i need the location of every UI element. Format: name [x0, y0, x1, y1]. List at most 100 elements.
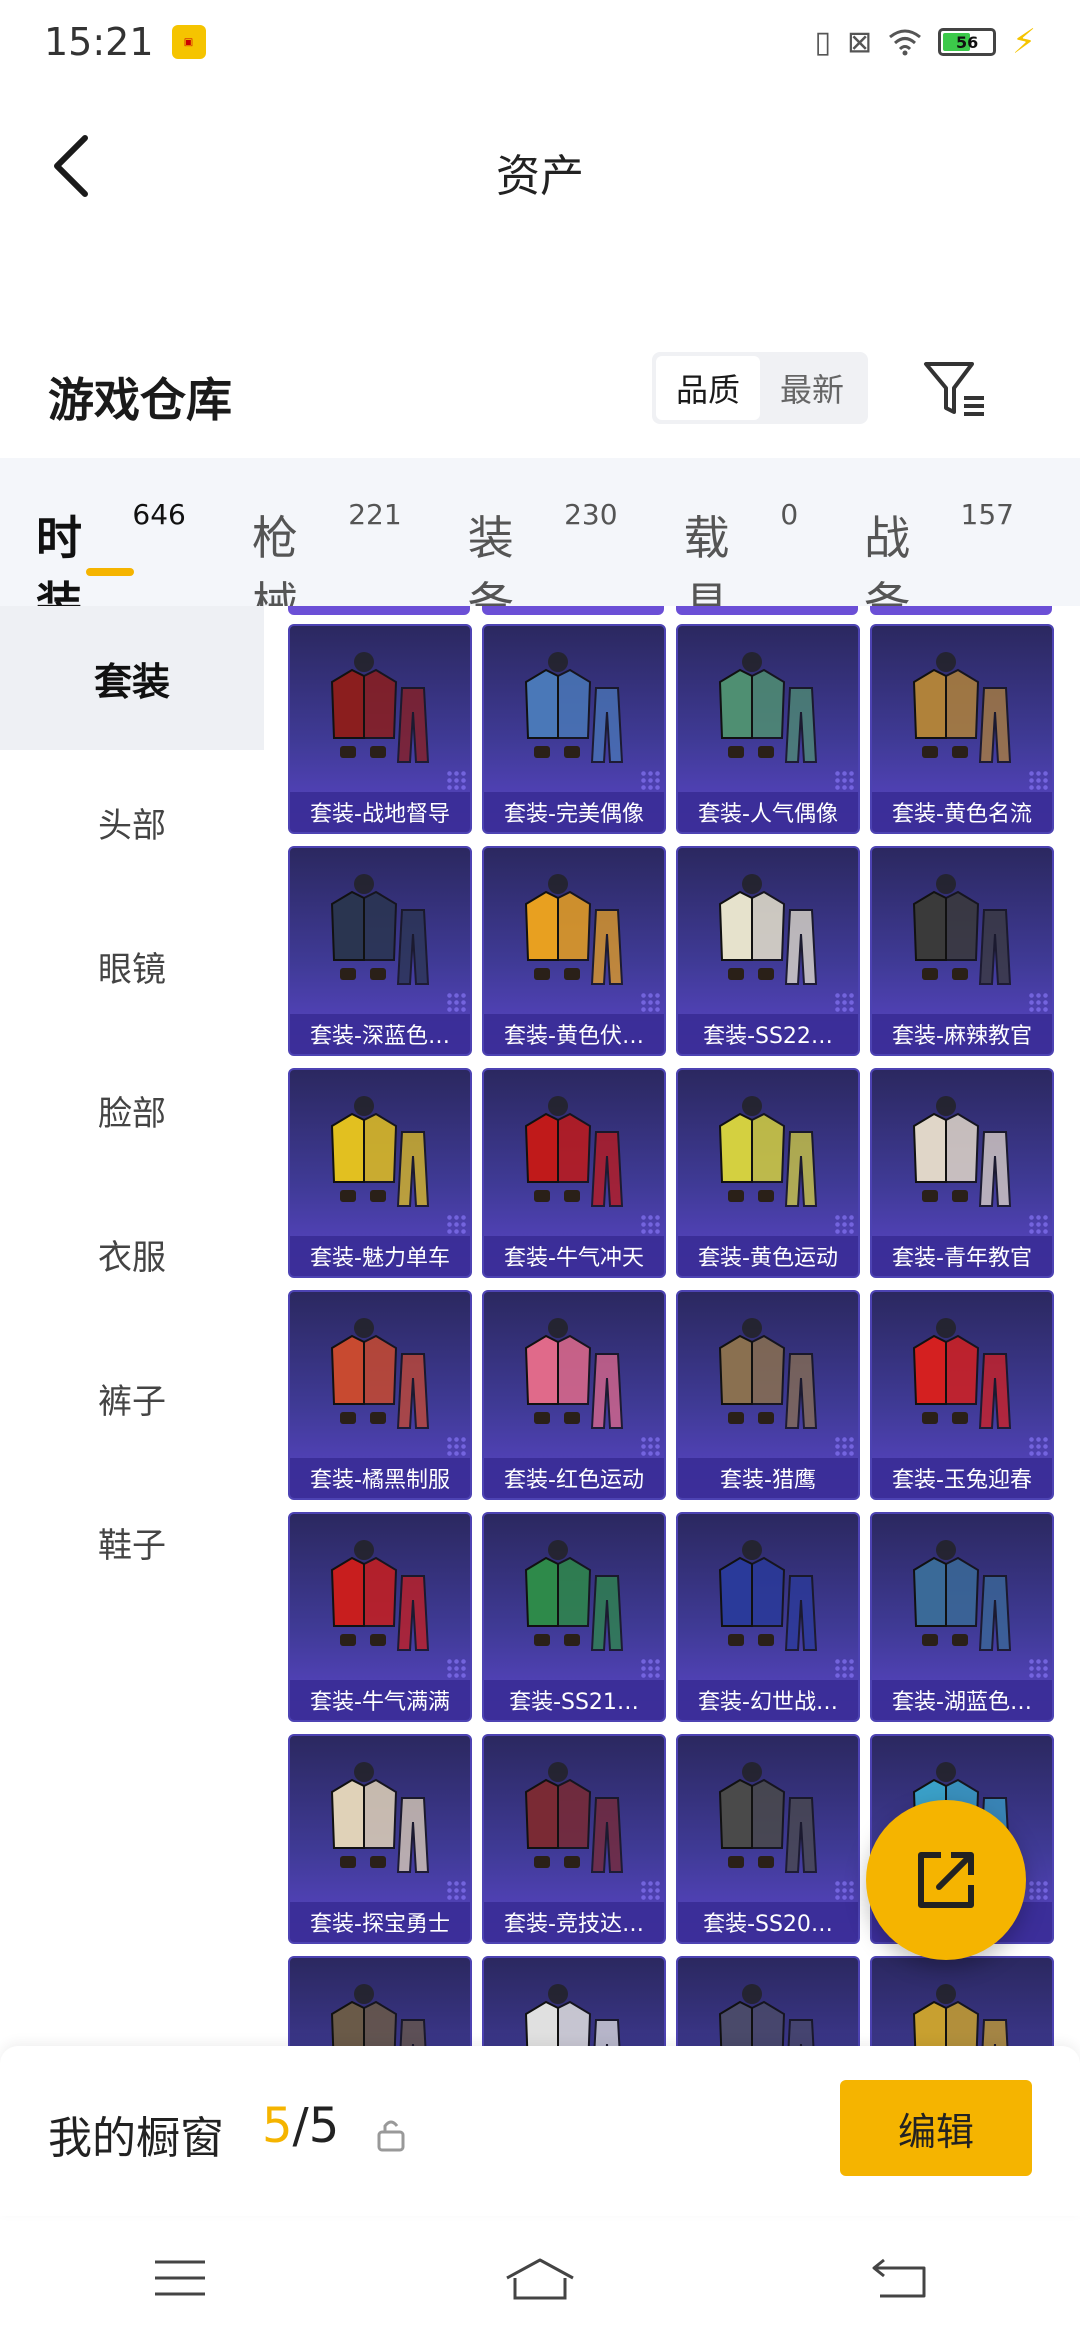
card-decoration	[834, 1214, 854, 1234]
item-card[interactable]: 套装-牛气冲天	[482, 1068, 666, 1278]
item-card[interactable]: 套装-橘黑制服	[288, 1290, 472, 1500]
item-card[interactable]: 套装-SS20…	[676, 1734, 860, 1944]
sort-newest-button[interactable]: 最新	[760, 356, 864, 420]
item-card[interactable]: 套装-猎鹰	[676, 1290, 860, 1500]
item-card-label: 套装-牛气满满	[290, 1680, 470, 1720]
outfit-image	[524, 1540, 624, 1651]
card-decoration	[640, 1214, 660, 1234]
tab-count: 646	[132, 498, 186, 531]
status-icons: ▯ ⊠ 56 ⚡	[814, 22, 1036, 62]
item-card[interactable]: 套装-黄色伏…	[482, 846, 666, 1056]
sidebar-item-pants[interactable]: 裤子	[0, 1326, 264, 1470]
sort-toggle: 品质 最新	[652, 352, 868, 424]
item-card[interactable]: 套装-SS22…	[676, 846, 860, 1056]
item-card[interactable]: 套装-魅力单车	[288, 1068, 472, 1278]
outfit-image	[912, 874, 1012, 985]
item-card-label: 套装-湖蓝色…	[872, 1680, 1052, 1720]
item-card[interactable]: 套装-湖蓝色…	[870, 1512, 1054, 1722]
showcase-count: 5/5	[262, 2098, 340, 2154]
sort-quality-button[interactable]: 品质	[656, 356, 760, 420]
item-card[interactable]: 套装-幻世战…	[676, 1512, 860, 1722]
item-card-label: 套装-红色运动	[484, 1458, 664, 1498]
item-card-label: 套装-深蓝色…	[290, 1014, 470, 1054]
wifi-icon	[889, 29, 922, 56]
filter-button[interactable]	[920, 354, 990, 424]
outfit-image	[912, 1540, 1012, 1651]
item-card[interactable]: 套装-黄色运动	[676, 1068, 860, 1278]
item-card-label: 套装-SS20…	[678, 1902, 858, 1942]
tab-count: 221	[348, 498, 402, 531]
item-card[interactable]: 套装-玉兔迎春	[870, 1290, 1054, 1500]
item-card[interactable]	[482, 1956, 666, 2046]
item-card-label: 套装-黄色运动	[678, 1236, 858, 1276]
outfit-image	[330, 1540, 430, 1651]
card-decoration	[640, 992, 660, 1012]
outfit-image	[718, 874, 818, 985]
sidebar-item-suits[interactable]: 套装	[0, 606, 264, 750]
item-card[interactable]	[676, 1956, 860, 2046]
item-card[interactable]: 套装-SS21…	[482, 1512, 666, 1722]
card-decoration	[446, 1880, 466, 1900]
no-sim-icon: ⊠	[846, 24, 873, 60]
sidebar-item-glasses[interactable]: 眼镜	[0, 894, 264, 1038]
menu-nav-button[interactable]	[135, 2243, 225, 2313]
item-card[interactable]: 套装-牛气满满	[288, 1512, 472, 1722]
card-decoration	[640, 1658, 660, 1678]
item-card[interactable]: 套装-竞技达…	[482, 1734, 666, 1944]
card-decoration	[446, 1436, 466, 1456]
outfit-image	[718, 652, 818, 763]
outfit-image	[912, 1318, 1012, 1429]
item-card-label: 套装-完美偶像	[484, 792, 664, 832]
filter-icon	[924, 362, 984, 416]
item-card-label: 套装-黄色伏…	[484, 1014, 664, 1054]
tab-count: 0	[780, 498, 799, 531]
sidebar-item-shoes[interactable]: 鞋子	[0, 1470, 264, 1614]
card-decoration	[834, 992, 854, 1012]
outfit-image	[330, 1762, 430, 1873]
item-card-label: 套装-战地督导	[290, 792, 470, 832]
outfit-image	[524, 652, 624, 763]
item-card[interactable]: 套装-完美偶像	[482, 624, 666, 834]
warehouse-header: 游戏仓库 品质 最新	[0, 340, 1080, 460]
sidebar-item-clothes[interactable]: 衣服	[0, 1182, 264, 1326]
item-card[interactable]: 套装-麻辣教官	[870, 846, 1054, 1056]
item-card[interactable]	[288, 1956, 472, 2046]
outfit-image	[330, 652, 430, 763]
item-card-label: 套装-魅力单车	[290, 1236, 470, 1276]
assets-page: 15:21 ▣ ▯ ⊠ 56 ⚡ 资产 游戏仓库 品质 最新 时装 646 枪械…	[0, 0, 1080, 2340]
edit-button[interactable]: 编辑	[840, 2080, 1032, 2176]
system-nav-bar	[0, 2216, 1080, 2340]
outfit-image	[524, 874, 624, 985]
sidebar-item-face[interactable]: 脸部	[0, 1038, 264, 1182]
item-card[interactable]: 套装-黄色名流	[870, 624, 1054, 834]
item-card[interactable]: 套装-青年教官	[870, 1068, 1054, 1278]
home-nav-button[interactable]	[495, 2243, 585, 2313]
item-card[interactable]	[870, 1956, 1054, 2046]
item-card[interactable]: 套装-战地督导	[288, 624, 472, 834]
card-decoration	[446, 1214, 466, 1234]
card-decoration	[640, 1436, 660, 1456]
share-icon	[918, 1852, 974, 1908]
outfit-image	[524, 1318, 624, 1429]
card-decoration	[1028, 1658, 1048, 1678]
item-card-label: 套装-玉兔迎春	[872, 1458, 1052, 1498]
outfit-image	[912, 652, 1012, 763]
outfit-image	[330, 1984, 427, 2046]
sidebar-item-head[interactable]: 头部	[0, 750, 264, 894]
back-nav-button[interactable]	[855, 2243, 945, 2313]
outfit-image	[912, 1096, 1012, 1207]
lock-icon	[377, 2120, 405, 2152]
item-card[interactable]: 套装-探宝勇士	[288, 1734, 472, 1944]
share-fab[interactable]	[866, 1800, 1026, 1960]
item-card[interactable]: 套装-人气偶像	[676, 624, 860, 834]
outfit-image	[718, 1762, 818, 1873]
card-decoration	[446, 770, 466, 790]
outfit-image	[330, 1096, 430, 1207]
header: 资产	[0, 84, 1080, 254]
item-card[interactable]: 套装-红色运动	[482, 1290, 666, 1500]
outfit-image	[524, 1096, 624, 1207]
item-card[interactable]: 套装-深蓝色…	[288, 846, 472, 1056]
home-icon	[506, 2258, 574, 2300]
card-decoration	[834, 1436, 854, 1456]
card-decoration	[446, 992, 466, 1012]
